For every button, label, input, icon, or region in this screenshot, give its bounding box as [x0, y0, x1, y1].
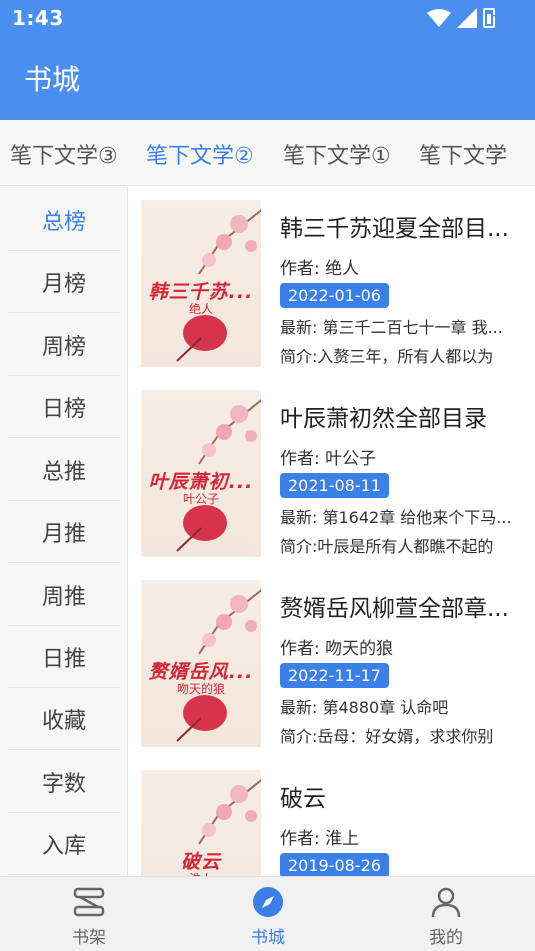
cover-author: 绝人 [188, 302, 213, 316]
update-date-badge: 2022-11-17 [280, 663, 389, 688]
compass-icon [253, 887, 283, 917]
status-time: 1:43 [12, 6, 64, 30]
nav-bookstore[interactable]: 书城 [228, 883, 308, 948]
category-item[interactable]: 月推 [8, 501, 120, 563]
book-list: 韩三千苏... 绝人 韩三千苏迎夏全部目... 作者: 绝人 2022-01-0… [128, 187, 535, 876]
tab-source-2[interactable]: 笔下文学② [146, 138, 254, 170]
book-intro: 简介:岳母：好女婿，求求你别 [280, 727, 494, 746]
category-item[interactable]: 入库 [8, 813, 120, 875]
book-item[interactable]: 韩三千苏... 绝人 韩三千苏迎夏全部目... 作者: 绝人 2022-01-0… [128, 187, 535, 377]
update-date-badge: 2022-01-06 [280, 283, 389, 308]
signal-icon [457, 8, 477, 28]
category-item[interactable]: 收藏 [8, 688, 120, 750]
nav-bookshelf-label: 书架 [72, 928, 106, 948]
category-item[interactable]: 月榜 [8, 251, 120, 313]
source-tab-bar: 笔下文学③ 笔下文学② 笔下文学① 笔下文学 [0, 120, 535, 186]
update-date-badge: 2019-08-26 [280, 853, 389, 876]
book-author: 作者: 绝人 [280, 259, 360, 279]
category-item[interactable]: 总榜 [8, 189, 120, 251]
update-date-badge: 2021-08-11 [280, 473, 389, 498]
nav-profile-label: 我的 [429, 928, 463, 948]
bookshelf-icon [73, 887, 105, 917]
nav-profile[interactable]: 我的 [406, 883, 486, 948]
book-item[interactable]: 赘婿岳风... 吻天的狼 赘婿岳风柳萱全部章... 作者: 吻天的狼 2022-… [128, 567, 535, 757]
nav-bookshelf[interactable]: 书架 [49, 883, 129, 948]
book-cover: 赘婿岳风... 吻天的狼 [141, 580, 261, 747]
category-item[interactable]: 日推 [8, 626, 120, 688]
book-cover: 叶辰萧初... 叶公子 [141, 390, 261, 557]
tab-source-1[interactable]: 笔下文学① [283, 138, 391, 170]
cover-author: 吻天的狼 [176, 682, 225, 696]
book-cover: 韩三千苏... 绝人 [141, 200, 261, 367]
book-cover: 破云 淮上 [141, 770, 261, 876]
category-item[interactable]: 周推 [8, 564, 120, 626]
latest-chapter: 最新: 第三千二百七十一章 我... [280, 318, 503, 337]
category-item[interactable]: 日榜 [8, 376, 120, 438]
page-title: 书城 [24, 63, 81, 96]
book-intro: 简介:入赘三年，所有人都以为 [280, 347, 494, 366]
category-item[interactable]: 字数 [8, 751, 120, 813]
bottom-nav: 书架 书城 我的 [0, 876, 535, 951]
book-intro: 简介:叶辰是所有人都瞧不起的 [280, 537, 494, 556]
book-author: 作者: 淮上 [280, 829, 360, 849]
book-title: 韩三千苏迎夏全部目... [280, 216, 509, 242]
latest-chapter: 最新: 第4880章 认命吧 [280, 698, 449, 717]
category-item[interactable]: 总推 [8, 439, 120, 501]
wifi-icon [427, 9, 451, 27]
book-title: 破云 [280, 786, 326, 812]
tab-source[interactable]: 笔下文学 [419, 138, 507, 170]
book-item[interactable]: 叶辰萧初... 叶公子 叶辰萧初然全部目录 作者: 叶公子 2021-08-11… [128, 377, 535, 567]
book-item[interactable]: 破云 淮上 破云 作者: 淮上 2019-08-26 [128, 757, 535, 876]
book-title: 赘婿岳风柳萱全部章... [280, 596, 509, 622]
nav-bookstore-label: 书城 [251, 928, 285, 948]
category-item[interactable]: 周榜 [8, 314, 120, 376]
tab-source-3[interactable]: 笔下文学③ [10, 138, 118, 170]
category-list: 总榜 月榜 周榜 日榜 总推 月推 周推 日推 收藏 字数 入库 [0, 187, 128, 876]
book-author: 作者: 吻天的狼 [280, 639, 394, 659]
latest-chapter: 最新: 第1642章 给他来个下马... [280, 508, 512, 527]
battery-icon: + [483, 8, 496, 28]
status-icons: + [427, 8, 496, 28]
cover-author: 叶公子 [182, 492, 219, 506]
book-title: 叶辰萧初然全部目录 [280, 406, 487, 432]
app-bar: 1:43 + 书城 [0, 0, 535, 120]
book-author: 作者: 叶公子 [280, 449, 377, 469]
person-icon [431, 887, 461, 918]
